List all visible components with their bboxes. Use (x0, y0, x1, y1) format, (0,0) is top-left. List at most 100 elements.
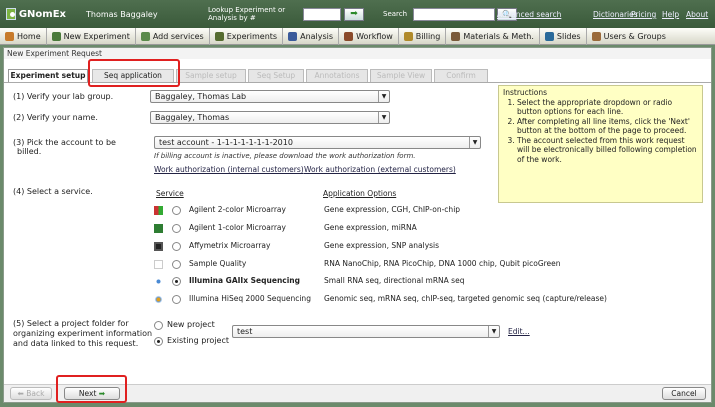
service-apps: Gene expression, SNP analysis (324, 241, 440, 250)
lookup-input[interactable] (303, 7, 341, 21)
name-value: Baggaley, Thomas (155, 113, 230, 122)
chevron-down-icon: ▼ (469, 137, 480, 148)
materials-icon (451, 31, 461, 41)
new-experiment-panel: New Experiment Request Experiment setup … (3, 47, 712, 403)
app-name: GNomEx (18, 8, 66, 20)
service-apps: Genomic seq, mRNA seq, chIP-seq, targete… (324, 294, 607, 303)
instruction-item: After completing all line items, click t… (517, 117, 698, 136)
nav-slides[interactable]: Slides (540, 27, 587, 45)
service-apps: RNA NanoChip, RNA PicoChip, DNA 1000 chi… (324, 259, 561, 268)
service-name: Agilent 2-color Microarray (189, 205, 286, 214)
service-radio[interactable] (172, 260, 181, 269)
lookup-go-button[interactable]: ➡ (344, 7, 364, 21)
next-button-highlight (56, 375, 127, 403)
name-select[interactable]: Baggaley, Thomas ▼ (150, 111, 390, 124)
nav-experiments[interactable]: Experiments (210, 27, 284, 45)
lookup-label: Lookup Experiment or Analysis by # (208, 6, 286, 22)
back-arrow-icon: ⬅ (17, 389, 24, 398)
nav-materials[interactable]: Materials & Meth. (446, 27, 540, 45)
back-label: Back (26, 389, 45, 398)
agilent-2-color-icon (154, 206, 163, 215)
lab-group-value: Baggaley, Thomas Lab (155, 92, 247, 101)
tab-seq-setup[interactable]: Seq Setup (248, 69, 304, 82)
tab-annotations[interactable]: Annotations (306, 69, 368, 82)
project-value: test (237, 327, 253, 336)
application-column-header: Application Options (323, 189, 397, 198)
lab-group-label: (1) Verify your lab group. (13, 92, 114, 101)
billing-account-select[interactable]: test account - 1-1-1-1-1-1-1-2010 ▼ (154, 136, 481, 149)
instruction-item: Select the appropriate dropdown or radio… (517, 98, 698, 117)
chevron-down-icon: ▼ (488, 326, 499, 337)
analysis-icon (288, 31, 298, 41)
tab-sample-view[interactable]: Sample View (370, 69, 432, 82)
nav-label: Slides (556, 31, 581, 41)
nav-analysis[interactable]: Analysis (283, 27, 340, 45)
nav-new-experiment[interactable]: New Experiment (47, 27, 136, 45)
workflow-icon (344, 31, 354, 41)
tab-confirm[interactable]: Confirm (434, 69, 488, 82)
work-auth-internal-link[interactable]: Work authorization (internal customers) (154, 165, 304, 174)
advanced-search-link[interactable]: Advanced search (497, 10, 561, 19)
service-name: Sample Quality (189, 259, 247, 268)
service-apps: Gene expression, CGH, ChIP-on-chip (324, 205, 461, 214)
new-project-radio[interactable] (154, 321, 163, 330)
search-input[interactable] (413, 7, 496, 21)
app-logo: GNomEx (6, 8, 66, 20)
service-option-agilent-2-color[interactable]: Agilent 2-color Microarray Gene expressi… (154, 205, 574, 219)
service-radio[interactable] (172, 224, 181, 233)
existing-project-label: Existing project (167, 336, 229, 345)
illumina-hiseq-icon (154, 295, 163, 304)
panel-title: New Experiment Request (4, 48, 711, 59)
affymetrix-icon (154, 242, 163, 251)
billing-account-value: test account - 1-1-1-1-1-1-1-2010 (159, 138, 293, 147)
help-link[interactable]: Help (662, 10, 679, 19)
service-option-affymetrix[interactable]: Affymetrix Microarray Gene expression, S… (154, 241, 574, 255)
service-option-illumina-hiseq[interactable]: Illumina HiSeq 2000 Sequencing Genomic s… (154, 294, 607, 308)
lab-group-select[interactable]: Baggaley, Thomas Lab ▼ (150, 90, 390, 103)
seq-application-highlight (88, 59, 180, 87)
nav-label: Materials & Meth. (463, 31, 534, 41)
top-bar: GNomEx Thomas Baggaley Lookup Experiment… (0, 0, 715, 28)
nav-billing[interactable]: Billing (399, 27, 447, 45)
edit-project-link[interactable]: Edit... (508, 327, 530, 336)
tab-experiment-setup[interactable]: Experiment setup (8, 69, 88, 83)
sample-quality-icon (154, 260, 163, 269)
nav-label: Users & Groups (603, 31, 666, 41)
service-radio[interactable] (172, 295, 181, 304)
nav-home[interactable]: Home (0, 27, 47, 45)
slides-icon (544, 31, 554, 41)
home-icon (5, 31, 14, 41)
project-label-cont: and data linked to this request. (13, 339, 139, 348)
billing-note: If billing account is inactive, please d… (154, 152, 416, 160)
pricing-link[interactable]: Pricing (631, 10, 656, 19)
instructions-box: Instructions Select the appropriate drop… (498, 85, 703, 203)
nav-users-groups[interactable]: Users & Groups (587, 28, 671, 45)
service-option-illumina-gaiix[interactable]: Illumina GAIIx Sequencing Small RNA seq,… (154, 276, 574, 290)
chevron-down-icon: ▼ (378, 112, 389, 123)
service-option-sample-quality[interactable]: Sample Quality RNA NanoChip, RNA PicoChi… (154, 259, 574, 273)
service-name: Illumina GAIIx Sequencing (189, 276, 301, 285)
gnomex-logo-icon (6, 8, 16, 20)
cancel-button[interactable]: Cancel (662, 387, 706, 400)
service-radio[interactable] (172, 206, 181, 215)
instructions-title: Instructions (503, 88, 548, 97)
existing-project-radio[interactable] (154, 337, 163, 346)
users-icon (591, 31, 601, 41)
tab-sample-setup[interactable]: Sample setup (176, 69, 246, 82)
chevron-down-icon: ▼ (378, 91, 389, 102)
back-button[interactable]: ⬅ Back (10, 387, 52, 400)
service-radio-selected[interactable] (172, 277, 181, 286)
service-radio[interactable] (172, 242, 181, 251)
service-option-agilent-1-color[interactable]: Agilent 1-color Microarray Gene expressi… (154, 223, 574, 237)
service-column-header: Service (156, 189, 184, 198)
project-select[interactable]: test ▼ (232, 325, 500, 338)
nav-workflow[interactable]: Workflow (339, 27, 399, 45)
about-link[interactable]: About (686, 10, 708, 19)
nav-label: Experiments (226, 31, 278, 41)
work-auth-external-link[interactable]: Work authorization (external customers) (304, 165, 456, 174)
main-nav: Home New Experiment Add services Experim… (0, 27, 715, 45)
nav-add-services[interactable]: Add services (136, 27, 210, 45)
billing-icon (403, 31, 413, 41)
service-name: Affymetrix Microarray (189, 241, 271, 250)
account-label-cont: billed. (17, 147, 42, 156)
